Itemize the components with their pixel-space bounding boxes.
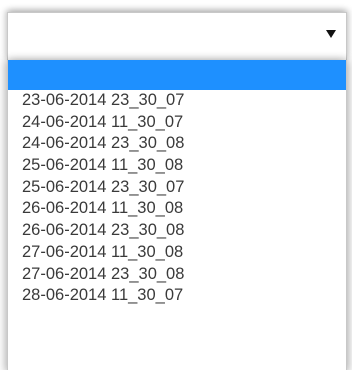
dropdown-list[interactable]: 23-06-2014 23_30_07 24-06-2014 11_30_07 …	[7, 60, 347, 370]
dropdown-option[interactable]: 23-06-2014 23_30_07	[8, 90, 346, 112]
dropdown-option[interactable]: 28-06-2014 11_30_07	[8, 285, 346, 307]
dropdown-option[interactable]: 26-06-2014 23_30_08	[8, 220, 346, 242]
dropdown-option[interactable]: 24-06-2014 23_30_08	[8, 133, 346, 155]
dropdown-option[interactable]: 25-06-2014 11_30_08	[8, 155, 346, 177]
select-widget: 23-06-2014 23_30_07 24-06-2014 11_30_07 …	[0, 0, 352, 370]
date-select[interactable]	[7, 12, 347, 60]
dropdown-option[interactable]: 27-06-2014 11_30_08	[8, 242, 346, 264]
dropdown-option[interactable]: 25-06-2014 23_30_07	[8, 177, 346, 199]
dropdown-option[interactable]	[8, 60, 346, 90]
dropdown-option[interactable]: 26-06-2014 11_30_08	[8, 198, 346, 220]
dropdown-option[interactable]: 27-06-2014 23_30_08	[8, 264, 346, 286]
triangle-down-icon[interactable]	[326, 30, 336, 38]
dropdown-option[interactable]: 24-06-2014 11_30_07	[8, 112, 346, 134]
